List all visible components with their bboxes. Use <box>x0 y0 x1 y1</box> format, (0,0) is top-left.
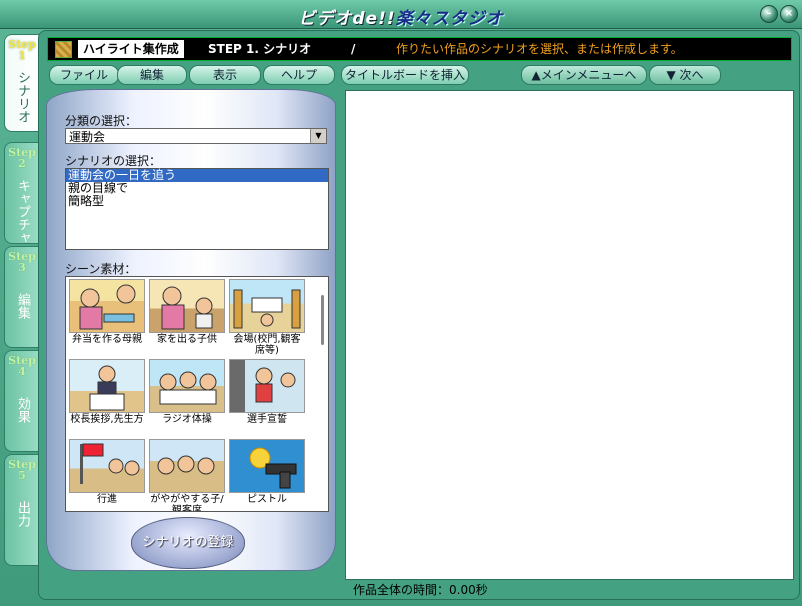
step-header-bar: ハイライト集作成 STEP 1. シナリオ / 作りたい作品のシナリオを選択、ま… <box>47 37 792 61</box>
step-description: 作りたい作品のシナリオを選択、または作成します。 <box>396 42 683 56</box>
register-scenario-button[interactable]: シナリオの登録 <box>131 517 245 569</box>
scene-thumbnail[interactable]: 選手宣誓 <box>229 359 305 425</box>
scenario-label: シナリオの選択： <box>65 154 162 168</box>
scenario-item[interactable]: 簡略型 <box>66 195 328 208</box>
category-value: 運動会 <box>69 130 106 144</box>
view-menu-button[interactable]: 表示 <box>189 65 261 85</box>
scene-image <box>149 359 225 413</box>
app-title-sub: 楽々スタジオ <box>395 9 504 29</box>
step-tab-2[interactable]: Step 2 キャプチャ <box>4 142 39 244</box>
step-tab-1[interactable]: Step 1 シナリオ <box>4 34 39 132</box>
app-title: ビデオde!!楽々スタジオ <box>0 4 802 29</box>
total-time: 作品全体の時間：0.00秒 <box>353 581 488 598</box>
preview-area <box>345 90 794 580</box>
scene-caption: 会場(校門,観客席等) <box>233 334 301 356</box>
scene-thumbnail[interactable]: ピストル <box>229 439 305 505</box>
header-separator: / <box>351 42 356 56</box>
scene-image <box>229 359 305 413</box>
up-arrow-icon: ▲ <box>531 68 541 82</box>
step-tab-5[interactable]: Step 5 出力 <box>4 454 39 566</box>
total-time-label: 作品全体の時間： <box>353 583 450 597</box>
file-menu-button[interactable]: ファイル <box>49 65 119 85</box>
scene-scrollbar[interactable] <box>321 295 324 345</box>
step-tab-4[interactable]: Step 4 効果 <box>4 350 39 452</box>
app-window: ビデオde!!楽々スタジオ – × Step 1 シナリオ Step 2 キャプ… <box>0 0 802 606</box>
help-menu-button[interactable]: ヘルプ <box>263 65 335 85</box>
scene-caption: ラジオ体操 <box>162 414 212 425</box>
scene-image <box>149 439 225 493</box>
scene-caption: 行進 <box>97 494 117 505</box>
step-label: STEP 1. シナリオ <box>208 42 312 56</box>
step-number: Step 4 <box>8 354 36 378</box>
step-tab-3[interactable]: Step 3 編集 <box>4 246 39 348</box>
main-area: ハイライト集作成 STEP 1. シナリオ / 作りたい作品のシナリオを選択、ま… <box>38 30 800 600</box>
scene-thumbnail[interactable]: ラジオ体操 <box>149 359 225 425</box>
scene-caption: 選手宣誓 <box>247 414 287 425</box>
scene-image <box>229 439 305 493</box>
category-label: 分類の選択： <box>65 114 138 128</box>
main-menu-button[interactable]: ▲メインメニューへ <box>521 65 647 85</box>
scene-caption: 家を出る子供 <box>157 334 217 345</box>
scene-material-label: シーン素材： <box>65 262 137 276</box>
close-button[interactable]: × <box>780 5 798 23</box>
scenario-list[interactable]: 運動会の一日を追う 親の目線で 簡略型 <box>65 168 329 250</box>
scene-caption: ピストル <box>247 494 287 505</box>
step-tabs: Step 1 シナリオ Step 2 キャプチャ Step 3 編集 Step … <box>4 34 39 594</box>
scene-thumbnail[interactable]: 弁当を作る母親 <box>69 279 145 345</box>
scene-image <box>149 279 225 333</box>
close-icon: × <box>784 8 794 19</box>
app-title-main: ビデオde!! <box>298 9 396 29</box>
scene-thumbnail[interactable]: 家を出る子供 <box>149 279 225 345</box>
scene-material-grid[interactable]: 弁当を作る母親 家を出る子供 会場(校門,観客席等) 校長挨拶,先生方 ラジオ体… <box>65 276 329 512</box>
mode-label: ハイライト集作成 <box>78 40 184 58</box>
scene-image <box>69 439 145 493</box>
scene-caption: がやがやする子/観客席 <box>150 494 224 512</box>
highlight-mode-icon <box>55 41 72 58</box>
step-name: 編集 <box>15 293 30 319</box>
step-name: 効果 <box>15 397 30 423</box>
scene-image <box>69 279 145 333</box>
step-name: シナリオ <box>15 71 30 123</box>
scenario-panel: 分類の選択： 運動会 ▼ シナリオの選択： 運動会の一日を追う 親の目線で 簡略… <box>46 89 336 571</box>
main-menu-label: メインメニューへ <box>540 68 637 82</box>
step-number: Step 1 <box>8 38 36 62</box>
scene-thumbnail[interactable]: 行進 <box>69 439 145 505</box>
dropdown-arrow-icon[interactable]: ▼ <box>310 129 326 143</box>
down-arrow-icon: ▼ <box>666 68 676 82</box>
scene-image <box>69 359 145 413</box>
title-bar[interactable]: ビデオde!!楽々スタジオ – × <box>0 0 802 29</box>
scene-caption: 弁当を作る母親 <box>72 334 142 345</box>
scene-thumbnail[interactable]: 校長挨拶,先生方 <box>69 359 145 425</box>
scenario-item[interactable]: 親の目線で <box>66 182 328 195</box>
step-name: 出力 <box>15 501 30 527</box>
edit-menu-button[interactable]: 編集 <box>117 65 187 85</box>
insert-title-board-button[interactable]: タイトルボードを挿入 <box>341 65 469 85</box>
scene-thumbnail[interactable]: がやがやする子/観客席 <box>149 439 225 512</box>
next-button[interactable]: ▼ 次へ <box>649 65 721 85</box>
total-time-value: 0.00秒 <box>449 583 488 597</box>
next-label: 次へ <box>679 68 704 82</box>
minimize-icon: – <box>766 8 772 19</box>
step-number: Step 2 <box>8 146 36 170</box>
minimize-button[interactable]: – <box>760 5 778 23</box>
step-number: Step 5 <box>8 458 36 482</box>
step-number: Step 3 <box>8 250 36 274</box>
scene-thumbnail[interactable]: 会場(校門,観客席等) <box>229 279 305 356</box>
scene-caption: 校長挨拶,先生方 <box>70 414 144 425</box>
step-name: キャプチャ <box>15 179 30 244</box>
scene-image <box>229 279 305 333</box>
category-select[interactable]: 運動会 ▼ <box>65 128 327 144</box>
